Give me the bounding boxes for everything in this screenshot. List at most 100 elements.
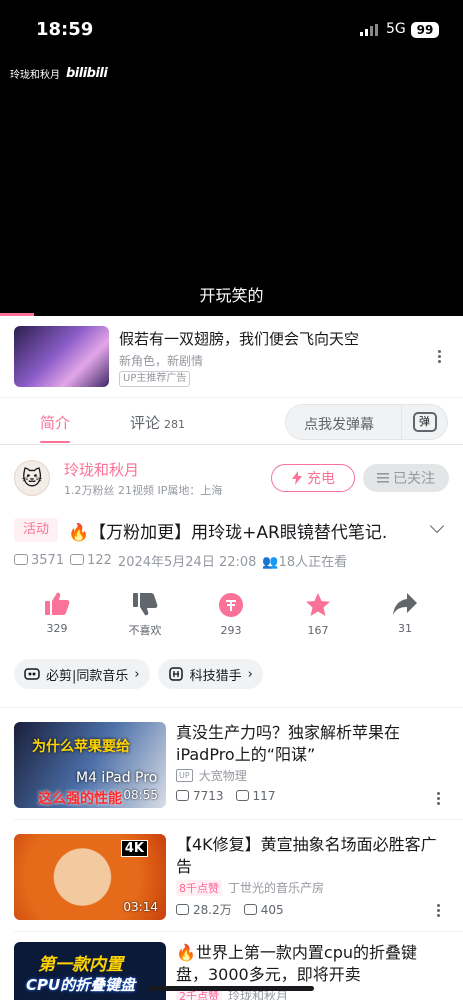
more-vertical-icon[interactable] (438, 350, 442, 363)
recommended-video[interactable]: 4K 03:14 【4K修复】黄宣抽象名场面必胜客广告 8千点赞 丁世光的音乐产房… (0, 820, 463, 932)
share-button[interactable]: 31 (370, 592, 440, 635)
thumbnail-text-mid: M4 iPad Pro (76, 770, 158, 786)
video-watermark: 玲珑和秋月 bilibili (10, 66, 108, 81)
views-stat: 3571 (14, 553, 64, 568)
tab-intro[interactable]: 简介 (40, 412, 70, 433)
home-indicator[interactable] (148, 986, 314, 991)
danmaku-count: 122 (87, 553, 112, 568)
publish-date: 2024年5月24日 22:08 (117, 555, 257, 570)
play-icon (176, 790, 189, 801)
dislike-label: 不喜欢 (128, 624, 162, 637)
favorite-button[interactable]: 167 (283, 592, 353, 637)
recommended-meta: 7713 117 (176, 789, 275, 803)
up-badge-icon: UP (176, 769, 193, 782)
ad-badge: UP主推荐广告 (119, 371, 191, 387)
recommended-up: 8千点赞 丁世光的音乐产房 (176, 879, 324, 896)
views-count: 28.2万 (193, 903, 232, 917)
views-count: 3571 (31, 553, 65, 568)
follow-label: 已关注 (393, 471, 435, 487)
watching-stat: 👥18人正在看 (262, 551, 347, 570)
tab-comments[interactable]: 评论 281 (130, 412, 185, 433)
video-thumbnail: 第一款内置 CPU的折叠键盘 (14, 942, 166, 1000)
play-icon (14, 554, 28, 565)
more-vertical-icon[interactable] (437, 792, 441, 805)
tech-icon (168, 667, 183, 681)
up-name: 丁世光的音乐产房 (228, 881, 325, 895)
thumbnail-4k-badge: 4K (120, 840, 148, 857)
ad-subtitle: 新角色，新剧情 (119, 354, 204, 368)
danmaku-stat: 117 (235, 789, 276, 803)
ad-card[interactable]: 假若有一双翅膀，我们便会飞向天空 新角色，新剧情 UP主推荐广告 (0, 316, 463, 398)
follow-button[interactable]: 已关注 (363, 464, 449, 492)
tab-active-indicator (40, 441, 70, 443)
recommended-video[interactable]: 为什么苹果要给 M4 iPad Pro 这么强的性能 08:55 真没生产力吗？… (0, 708, 463, 820)
chevron-right-icon: › (247, 666, 253, 682)
like-button[interactable]: 329 (22, 592, 92, 635)
video-duration: 03:14 (123, 900, 158, 914)
video-thumbnail: 为什么苹果要给 M4 iPad Pro 这么强的性能 08:55 (14, 722, 166, 808)
share-icon (393, 593, 417, 615)
lightning-icon (292, 471, 302, 485)
recommended-title: 【4K修复】黄宣抽象名场面必胜客广告 (176, 835, 437, 876)
thumbs-down-icon (133, 593, 158, 616)
status-time: 18:59 (36, 19, 94, 40)
coin-button[interactable]: 293 (196, 592, 266, 637)
bilibili-logo: bilibili (66, 66, 108, 81)
thumbnail-text-bottom: 这么强的性能 (38, 791, 122, 807)
video-title-row[interactable]: 活动 🔥【万粉加更】用玲珑+AR眼镜替代笔记. (14, 516, 454, 544)
recommended-title: 🔥世界上第一款内置cpu的折叠键盘，3000多元，即将开卖 (176, 943, 418, 984)
danmaku-icon (243, 903, 257, 915)
status-bar: 18:59 5G 99 (0, 0, 463, 60)
views-stat: 7713 (176, 789, 224, 803)
charge-label: 充电 (307, 471, 335, 487)
chevron-right-icon: › (134, 666, 140, 682)
dislike-button[interactable]: 不喜欢 (110, 592, 180, 638)
danmaku-count: 405 (260, 902, 284, 917)
pill-music-label: 必剪|同款音乐 (46, 668, 129, 684)
coin-icon (219, 593, 243, 617)
video-player[interactable]: 18:59 5G 99 玲珑和秋月 bilibili 开玩笑的 (0, 0, 463, 316)
ad-thumbnail (14, 326, 109, 387)
uploader-meta: 1.2万粉丝 21视频 IP属地：上海 (64, 484, 223, 497)
video-subtitle: 开玩笑的 (199, 286, 264, 305)
uploader-name[interactable]: 玲珑和秋月 (64, 459, 139, 480)
network-type: 5G (386, 21, 406, 37)
video-title: 🔥【万粉加更】用玲珑+AR眼镜替代笔记. (68, 523, 388, 543)
recommended-title: 真没生产力吗？独家解析苹果在iPadPro上的“阳谋” (176, 723, 401, 764)
play-icon (176, 904, 189, 915)
thumbnail-text-bottom: CPU的折叠键盘 (26, 976, 136, 994)
menu-icon (377, 473, 389, 483)
danmaku-icon (70, 554, 85, 565)
danmaku-stat: 405 (243, 902, 284, 917)
pill-tech[interactable]: 科技猎手 › (157, 659, 263, 689)
like-count: 329 (46, 622, 68, 635)
danmaku-icon (235, 790, 249, 801)
more-vertical-icon[interactable] (437, 904, 441, 917)
charge-button[interactable]: 充电 (271, 464, 355, 492)
people-icon: 👥 (262, 555, 279, 570)
music-icon (24, 668, 40, 680)
recommended-up: UP 大宽物理 (176, 767, 247, 784)
battery-indicator: 99 (411, 22, 439, 38)
views-stat: 28.2万 (176, 901, 232, 918)
danmaku-count: 117 (252, 789, 276, 803)
danmaku-toggle-icon[interactable]: 弹 (401, 405, 447, 439)
activity-tag[interactable]: 活动 (14, 518, 58, 542)
danmaku-input[interactable]: 点我发弹幕 弹 (285, 404, 448, 440)
chevron-down-icon[interactable] (429, 518, 445, 534)
avatar[interactable]: 🐱 (14, 460, 50, 496)
tab-comments-label: 评论 (130, 414, 161, 432)
up-name: 大宽物理 (198, 769, 247, 783)
pill-music[interactable]: 必剪|同款音乐 › (14, 659, 150, 689)
pill-tech-label: 科技猎手 (189, 668, 242, 684)
video-stats: 3571 122 2024年5月24日 22:08 👥18人正在看 (14, 551, 347, 570)
tag-pills: 必剪|同款音乐 › 科技猎手 › (14, 659, 263, 689)
thumbs-up-icon (45, 592, 70, 615)
coin-count: 293 (220, 624, 242, 637)
danmaku-icon-text: 弹 (412, 412, 437, 432)
video-duration: 08:55 (123, 788, 158, 802)
watermark-name: 玲珑和秋月 (10, 70, 60, 81)
action-bar: 329 不喜欢 293 167 31 (0, 592, 463, 644)
thumbnail-text-top: 第一款内置 (38, 955, 123, 975)
star-icon (306, 593, 330, 616)
